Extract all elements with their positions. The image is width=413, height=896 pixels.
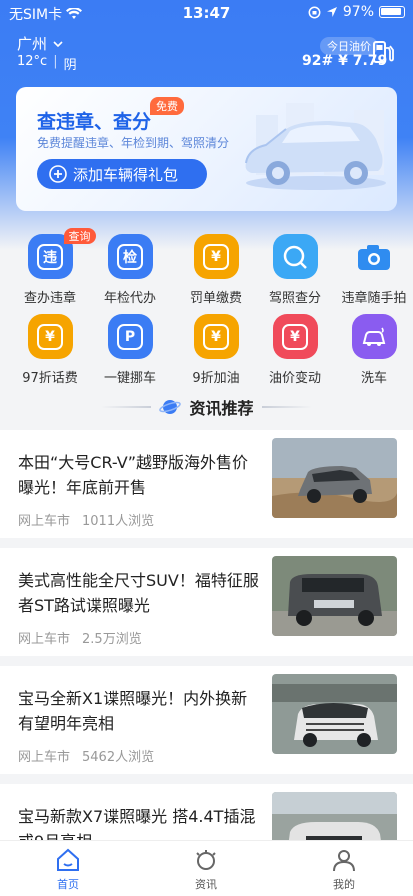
license-search-icon xyxy=(272,234,318,279)
car-wash-icon xyxy=(351,314,397,359)
news-views: 1011人浏览 xyxy=(82,514,155,529)
free-badge: 免费 xyxy=(150,97,184,115)
service-label: 罚单缴费 xyxy=(189,291,242,306)
service-label: 9折加油 xyxy=(192,371,240,386)
ticket-glyph: ¥ xyxy=(203,243,229,270)
bottom-tab-bar: 首页 资讯 我的 xyxy=(0,840,413,896)
news-meta: 网上车市 2.5万浏览 xyxy=(18,628,142,647)
news-source: 网上车市 xyxy=(18,632,71,647)
city-label: 广州 xyxy=(17,35,48,53)
service-phone-bill[interactable]: ¥97折话费 xyxy=(10,314,90,386)
location-icon xyxy=(326,7,337,17)
weather-condition: 阴 xyxy=(63,58,77,73)
service-car-wash[interactable]: 洗车 xyxy=(334,314,413,386)
service-label: 驾照查分 xyxy=(268,291,321,306)
news-source: 网上车市 xyxy=(18,750,71,765)
violation-glyph: 违 xyxy=(37,243,63,270)
news-item[interactable]: 美式高性能全尺寸SUV！福特征服者ST路试谍照曝光 网上车市 2.5万浏览 xyxy=(0,548,413,656)
temperature: 12°c xyxy=(17,54,48,69)
tab-news-label: 资讯 xyxy=(195,878,217,891)
divider-right xyxy=(261,406,312,408)
news-thumbnail xyxy=(272,438,397,518)
battery-icon xyxy=(379,6,405,18)
home-icon xyxy=(57,848,79,871)
service-inspection[interactable]: 检年检代办 xyxy=(90,234,170,306)
news-title: 本田“大号CR-V”越野版海外售价曝光！年底前开售 xyxy=(18,453,249,497)
fuel-discount-glyph: ¥ xyxy=(203,323,229,350)
inspection-glyph: 检 xyxy=(117,243,143,270)
news-item[interactable]: 宝马全新X1谍照曝光！内外换新 有望明年亮相 网上车市 5462人浏览 xyxy=(0,666,413,774)
service-fuel-discount[interactable]: ¥9折加油 xyxy=(176,314,256,386)
service-move-car[interactable]: P 一键挪车 xyxy=(90,314,170,386)
weather-info: 12°c | 阴 xyxy=(17,54,77,73)
phone-bill-glyph: ¥ xyxy=(37,323,63,350)
battery-percent: 97% xyxy=(342,4,374,20)
violation-banner[interactable]: 查违章、查分 免费 免费提醒违章、年检到期、驾照清分 添加车辆得礼包 xyxy=(16,87,397,211)
news-title: 宝马全新X1谍照曝光！内外换新 有望明年亮相 xyxy=(18,689,248,733)
tab-mine[interactable]: 我的 xyxy=(294,847,394,892)
tab-home-label: 首页 xyxy=(57,878,79,891)
move-car-glyph: P xyxy=(117,323,143,350)
ticket-icon: ¥ xyxy=(193,234,239,279)
section-title: 资讯推荐 xyxy=(189,399,254,418)
service-label: 97折话费 xyxy=(22,371,78,386)
oil-grade: 92# xyxy=(302,53,334,69)
news-thumbnail xyxy=(272,556,397,636)
fuel-pump-icon[interactable] xyxy=(372,40,394,64)
news-title: 美式高性能全尺寸SUV！福特征服者ST路试谍照曝光 xyxy=(18,571,259,615)
plus-circle-icon xyxy=(49,165,67,183)
service-label: 年检代办 xyxy=(103,291,156,306)
city-selector[interactable]: 广州 xyxy=(17,33,63,54)
weather-divider: | xyxy=(53,54,58,69)
tab-news[interactable]: 资讯 xyxy=(156,847,256,892)
news-source: 网上车市 xyxy=(18,514,71,529)
tab-home[interactable]: 首页 xyxy=(18,847,118,892)
violation-icon: 违查询 xyxy=(27,228,96,279)
add-vehicle-button[interactable]: 添加车辆得礼包 xyxy=(37,159,207,189)
move-car-icon: P xyxy=(107,314,153,359)
divider-left xyxy=(101,406,152,408)
service-label: 洗车 xyxy=(360,371,387,386)
user-icon xyxy=(333,850,355,872)
oil-price-glyph: ¥ xyxy=(282,323,308,350)
service-oil-price[interactable]: ¥ 油价变动 xyxy=(255,314,335,386)
service-label: 查办违章 xyxy=(23,291,76,306)
news-section-header: 资讯推荐 xyxy=(0,395,413,419)
status-bar: 无SIM卡 13:47 97% xyxy=(0,0,413,28)
inspection-icon: 检 xyxy=(107,234,153,279)
service-label: 违章随手拍 xyxy=(341,291,407,306)
news-item[interactable]: 本田“大号CR-V”越野版海外售价曝光！年底前开售 网上车市 1011人浏览 xyxy=(0,430,413,538)
oil-price-icon: ¥ xyxy=(272,314,318,359)
fuel-discount-icon: ¥ xyxy=(193,314,239,359)
camera-icon xyxy=(352,234,397,279)
news-icon xyxy=(196,850,216,870)
news-views: 5462人浏览 xyxy=(82,750,155,765)
service-label: 一键挪车 xyxy=(103,371,156,386)
news-views: 2.5万浏览 xyxy=(82,632,142,647)
tab-mine-label: 我的 xyxy=(333,878,355,891)
orientation-lock-icon xyxy=(308,6,321,18)
phone-bill-icon: ¥ xyxy=(27,314,73,359)
chevron-down-icon xyxy=(53,40,63,47)
service-label: 油价变动 xyxy=(268,371,321,386)
service-ticket[interactable]: ¥ 罚单缴费 xyxy=(176,234,256,306)
status-right: 97% xyxy=(308,4,405,20)
banner-title: 查违章、查分 xyxy=(37,111,152,133)
add-vehicle-label: 添加车辆得礼包 xyxy=(73,165,179,184)
news-thumbnail xyxy=(272,674,397,754)
news-meta: 网上车市 5462人浏览 xyxy=(18,746,154,765)
service-camera[interactable]: 违章随手拍 xyxy=(334,234,413,306)
service-license-search[interactable]: 驾照查分 xyxy=(255,234,335,306)
news-meta: 网上车市 1011人浏览 xyxy=(18,510,154,529)
banner-subtitle: 免费提醒违章、年检到期、驾照清分 xyxy=(37,136,230,150)
service-violation[interactable]: 违查询查办违章 xyxy=(10,228,96,306)
planet-icon xyxy=(159,400,182,414)
car-illustration xyxy=(245,121,386,190)
